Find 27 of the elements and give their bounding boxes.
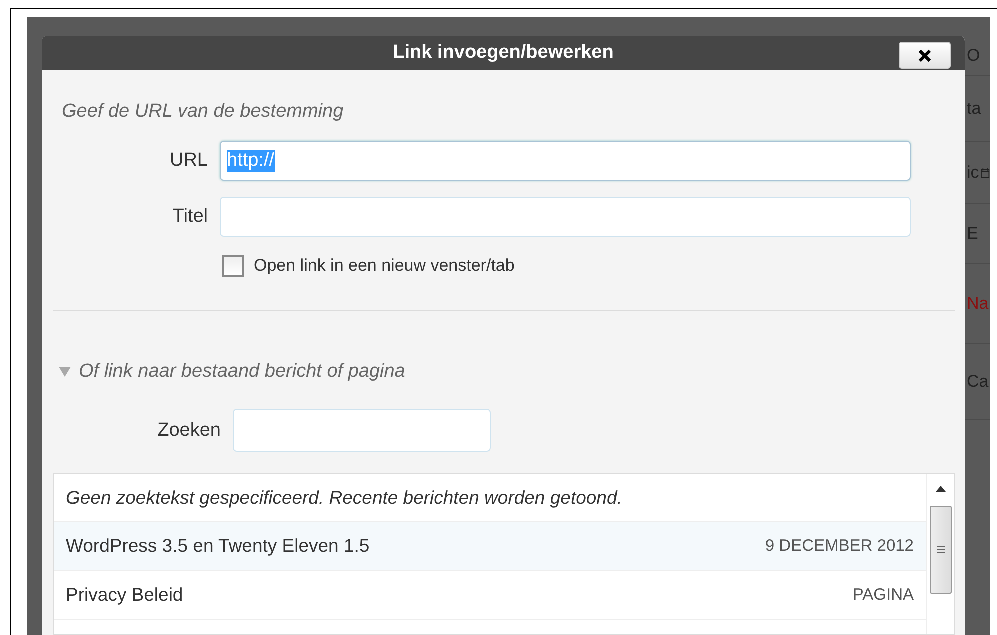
section-heading: Of link naar bestaand bericht of pagina	[78, 361, 406, 383]
result-row[interactable]: Privacy Beleid PAGINA	[54, 571, 926, 620]
title-label: Titel	[172, 206, 209, 228]
result-title: Privacy Beleid	[66, 584, 184, 606]
background-text: Ca	[967, 372, 989, 392]
search-label: Zoeken	[156, 420, 222, 442]
result-info: PAGINA	[852, 586, 914, 604]
close-button[interactable]	[899, 42, 951, 69]
url-label: URL	[168, 150, 209, 172]
background-text: ic	[967, 162, 980, 182]
background-text: ta	[967, 98, 982, 118]
triangle-icon[interactable]	[59, 367, 71, 377]
background-text: O	[967, 46, 980, 66]
scroll-up-icon[interactable]	[936, 486, 946, 492]
result-row[interactable]: WordPress 3.5 en Twenty Eleven 1.5 9 DECEMBER 2012	[54, 522, 926, 571]
checkbox-label: Open link in een nieuw venster/tab	[254, 256, 515, 276]
result-info: 9 DECEMBER 2012	[765, 536, 914, 556]
section-heading: Geef de URL van de bestemming	[61, 101, 345, 123]
title-field[interactable]	[220, 197, 911, 237]
search-field[interactable]	[233, 409, 491, 452]
scrollbar-thumb[interactable]	[930, 506, 952, 594]
result-title: WordPress 3.5 en Twenty Eleven 1.5	[66, 535, 370, 557]
close-icon	[918, 48, 932, 62]
scrollbar[interactable]	[926, 474, 954, 634]
new-window-checkbox[interactable]	[222, 255, 244, 277]
dialog-title: Link invoegen/bewerken	[393, 42, 614, 64]
background-text: Na	[967, 294, 989, 314]
